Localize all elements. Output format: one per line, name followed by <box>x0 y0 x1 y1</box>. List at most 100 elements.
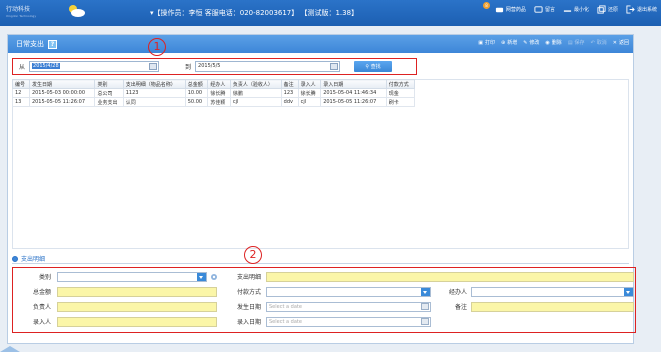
to-label: 到 <box>185 64 192 71</box>
annotation-marker-1: 1 <box>148 38 166 56</box>
category-select[interactable] <box>57 272 207 282</box>
table-cell: 业务支出 <box>94 97 124 107</box>
find-button[interactable]: ⚲ 查找 <box>354 61 393 72</box>
chevron-down-icon[interactable] <box>197 273 206 281</box>
exit-icon <box>626 5 635 14</box>
from-label: 从 <box>19 64 26 71</box>
table-row[interactable]: 12 2015-05-03 00:00:00 总公司 1123 10.00 徐长… <box>12 88 416 98</box>
minimize-icon <box>563 10 572 12</box>
column-header[interactable]: 类别 <box>94 79 124 89</box>
table-cell: 2015-05-05 11:26:07 <box>28 97 96 107</box>
table-cell: 50.00 <box>184 97 209 107</box>
restore-button[interactable]: 还原 <box>597 5 618 14</box>
calendar-icon[interactable] <box>330 63 339 70</box>
chevron-down-icon[interactable] <box>624 288 633 296</box>
weather-icon <box>69 5 85 17</box>
corner-decoration-icon <box>0 346 20 352</box>
back-icon: ✕ <box>612 39 617 46</box>
expand-icon <box>12 255 18 262</box>
table-cell: 认同 <box>122 97 186 107</box>
back-button[interactable]: ✕ 返回 <box>612 39 629 47</box>
divider <box>12 263 629 264</box>
column-header[interactable]: 录入人 <box>297 79 322 89</box>
add-icon: ⊕ <box>500 39 506 46</box>
remark-field[interactable] <box>471 302 634 312</box>
table-cell: 10.00 <box>184 88 209 98</box>
table-cell: 总公司 <box>94 88 124 98</box>
add-button[interactable]: ⊕ 新增 <box>500 39 517 47</box>
date-label: 发生日期 <box>236 304 261 311</box>
entered-by-label: 录入人 <box>32 319 51 326</box>
panel-header: 日常支出 ? ▣ 打印 ⊕ 新增 ✎ 修改 ◉ 删除 ▤ 保存 ↶ 取消 ✕ 返回 <box>8 35 633 53</box>
notification-badge: 8 <box>483 2 490 9</box>
detail-section-header[interactable]: 支出明细 <box>12 254 45 263</box>
table-cell: 现金 <box>385 88 416 98</box>
gear-icon[interactable] <box>210 273 218 281</box>
table-row[interactable]: 13 2015-05-05 11:26:07 业务支出 认同 50.00 苏佳颖… <box>12 97 416 107</box>
calendar-icon[interactable] <box>421 318 429 325</box>
table-cell: 徐鹏 <box>229 88 282 98</box>
cancel-button[interactable]: ↶ 取消 <box>591 39 607 47</box>
category-label: 类别 <box>38 274 51 281</box>
entry-date-label: 录入日期 <box>236 319 261 326</box>
help-icon[interactable]: ? <box>48 39 57 49</box>
annotation-marker-2: 2 <box>244 246 262 264</box>
column-header[interactable]: 支出明细（物品名称） <box>122 79 186 89</box>
table-cell: 苏佳颖 <box>207 97 231 107</box>
pill-button[interactable]: 网营药品 <box>495 5 526 14</box>
table-cell: cjl <box>297 97 322 107</box>
print-button[interactable]: ▣ 打印 <box>478 39 495 47</box>
responsible-label: 负责人 <box>32 304 51 311</box>
column-header[interactable]: 付款方式 <box>385 79 416 89</box>
payment-label: 付款方式 <box>236 289 261 296</box>
save-icon: ▤ <box>567 39 573 46</box>
operator-info: ▾【操作员：李恒 客服电话：020-82003617】 【测试版：1.38】 <box>150 9 359 17</box>
calendar-icon[interactable] <box>149 63 158 70</box>
entered-by-field[interactable] <box>57 317 217 327</box>
table-cell: ddv <box>280 97 299 107</box>
table-cell: 123 <box>280 88 299 98</box>
table-header-row: 编号 发生日期 类别 支出明细（物品名称） 总金额 经办人 负责人（验收人） 备… <box>12 79 416 89</box>
table-cell: 2015-05-05 11:26:07 <box>320 97 387 107</box>
app-logo: 行动科技 Xingdon Technology <box>6 6 37 18</box>
table-cell: 13 <box>12 97 30 107</box>
exit-button[interactable]: 退出系统 <box>626 5 657 14</box>
payment-select[interactable] <box>266 287 431 297</box>
entry-date-input[interactable]: Select a date <box>266 317 431 327</box>
date-input[interactable]: Select a date <box>266 302 431 312</box>
column-header[interactable]: 备注 <box>280 79 299 89</box>
column-header[interactable]: 发生日期 <box>28 79 96 89</box>
minimize-button[interactable]: 最小化 <box>563 5 589 14</box>
top-bar: 行动科技 Xingdon Technology ▾【操作员：李恒 客服电话：02… <box>0 0 661 26</box>
date-search-bar: 从 2015/4/28 到 2015/5/5 ⚲ 查找 <box>12 58 417 75</box>
item-field[interactable] <box>266 272 634 282</box>
column-header[interactable]: 负责人（验收人） <box>229 79 282 89</box>
column-header[interactable]: 经办人 <box>207 79 231 89</box>
table-cell: 2015-05-04 11:46:34 <box>320 88 387 98</box>
expense-table: 编号 发生日期 类别 支出明细（物品名称） 总金额 经办人 负责人（验收人） 备… <box>12 79 416 107</box>
message-icon <box>534 6 543 13</box>
from-date-input[interactable]: 2015/4/28 <box>29 61 160 72</box>
responsible-field[interactable] <box>57 302 217 312</box>
column-header[interactable]: 编号 <box>12 79 30 89</box>
column-header[interactable]: 总金额 <box>184 79 209 89</box>
page-title: 日常支出 <box>16 40 44 48</box>
amount-field[interactable] <box>57 287 217 297</box>
save-button[interactable]: ▤ 保存 <box>567 39 585 47</box>
column-header[interactable]: 录入日期 <box>320 79 387 89</box>
message-button[interactable]: 留言 <box>534 5 555 14</box>
pill-icon <box>495 7 504 13</box>
handler-select[interactable] <box>471 287 634 297</box>
delete-button[interactable]: ◉ 删除 <box>545 39 561 47</box>
expense-detail-form: 类别 支出明细 总金额 付款方式 经办人 负责人 发生日期 Select a d… <box>12 267 636 333</box>
table-cell: 2015-05-03 00:00:00 <box>28 88 96 98</box>
edit-button[interactable]: ✎ 修改 <box>523 39 539 47</box>
table-cell: 徐长腾 <box>207 88 231 98</box>
edit-icon: ✎ <box>523 39 528 46</box>
table-cell: cjl <box>229 97 282 107</box>
table-cell: 12 <box>12 88 30 98</box>
table-cell: 徐长腾 <box>297 88 322 98</box>
table-cell: 刷卡 <box>385 97 416 107</box>
to-date-input[interactable]: 2015/5/5 <box>195 61 341 72</box>
print-icon: ▣ <box>478 39 483 46</box>
